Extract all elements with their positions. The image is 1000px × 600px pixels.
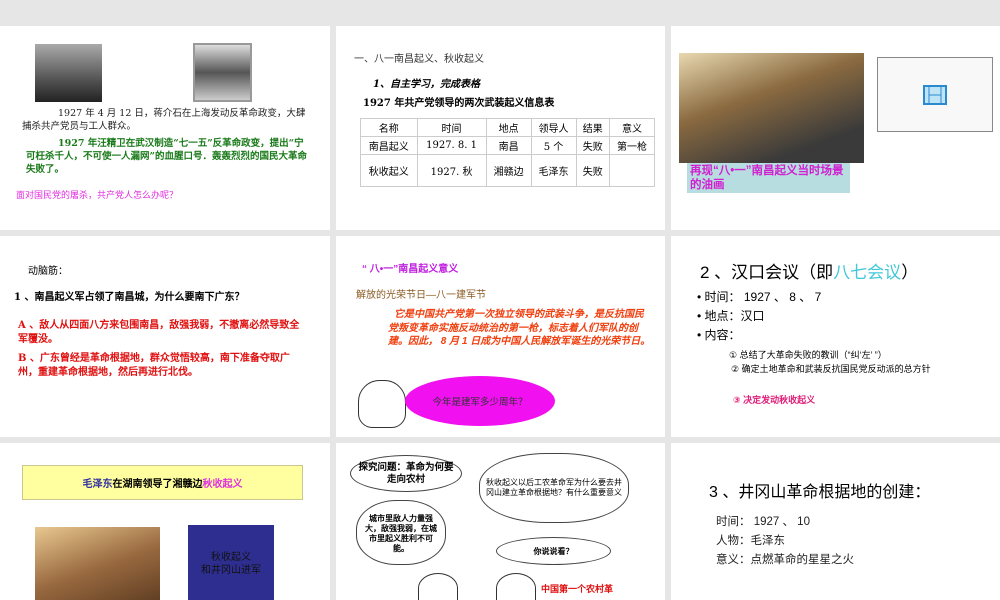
uprising-info-table: 名称 时间 地点 领导人 结果 意义 南昌起义 1927. 8. 1 南昌 5 个失败 第一枪 秋… — [360, 118, 656, 187]
cell: 湘赣边 — [485, 154, 532, 187]
header-cell: 地点 — [485, 118, 532, 137]
slide9-title: 3 、井冈山革命根据地的创建： — [709, 484, 931, 501]
header-cell: 意义 — [608, 118, 656, 137]
answer-b: B 、广东曾经是革命根据地，群众觉悟较高，南下准备夺取广州，重建革命根据地，然后… — [18, 353, 290, 378]
video-link-box[interactable]: 秋收起义 和井冈山进军 — [188, 525, 274, 600]
slide1-question: 面对国民党的屠杀，共产党人怎么办呢？ — [16, 191, 179, 201]
cell: 失败 — [575, 136, 610, 155]
slide2-subheading: 1、自主学习，完成表格 — [373, 79, 480, 90]
bullet-item: • 时间： 1927 、 8 、 7 — [697, 290, 822, 304]
slide-thumbnail-8[interactable]: 探究问题：革命为何要走向农村 秋收起义以后工农革命军为什么要去井冈山建立革命根据… — [336, 443, 665, 600]
slide-thumbnail-2[interactable]: 一、八一南昌起义、秋收起义 1、自主学习，完成表格 1927 年共产党领导的两次… — [336, 26, 665, 230]
portrait-photo-1 — [35, 44, 102, 102]
content-item-1: ① 总结了大革命失败的教训（“纠‘左’ ”） — [729, 350, 887, 360]
title-highlight: 八七会议 — [833, 263, 902, 282]
cell: 1927. 8. 1 — [416, 136, 487, 155]
slide5-title: “ 八•一”南昌起义意义 — [362, 264, 459, 275]
portrait-photo-2 — [193, 43, 252, 102]
cell: 南昌起义 — [360, 136, 418, 155]
slide1-paragraph-1: 1927 年 4 月 12 日，蒋介石在上海发动反革命政变，大肆捕杀共产党员与工… — [22, 108, 306, 132]
table-title: 1927 年共产党领导的两次武装起义信息表 — [363, 98, 555, 109]
slide6-title: 2 、汉口会议（即八七会议） — [700, 258, 918, 283]
cell — [608, 154, 656, 187]
header-cell: 结果 — [575, 118, 610, 137]
video-placeholder[interactable] — [877, 57, 993, 132]
detail-line: 时间： 1927 、 10 — [716, 516, 810, 528]
cartoon-boy-image — [358, 380, 406, 428]
slide4-label: 动脑筋： — [28, 266, 68, 277]
bullet-item: • 地点：汉口 — [697, 309, 765, 323]
cell: 1927. 秋 — [416, 154, 487, 187]
slide-thumbnail-5[interactable]: “ 八•一”南昌起义意义 解放的光荣节日—八一建军节 它是中国共产党第一次独立领… — [336, 236, 665, 437]
slide-thumbnail-1[interactable]: 1927 年 4 月 12 日，蒋介石在上海发动反革命政变，大肆捕杀共产党员与工… — [0, 26, 330, 230]
content-item-3: ③ 决定发动秋收起义 — [733, 395, 816, 405]
cell: 南昌 — [485, 136, 532, 155]
table-row: 秋收起义 1927. 秋湘赣边 毛泽东 失败 — [360, 154, 656, 187]
banner-text: 在湖南领导了湘赣边 — [112, 479, 203, 490]
slide2-heading: 一、八一南昌起义、秋收起义 — [354, 54, 484, 65]
uprising-painting-image — [35, 527, 160, 600]
banner-name: 毛泽东 — [82, 479, 113, 490]
table-row: 南昌起义 1927. 8. 1 南昌 5 个失败 第一枪 — [360, 136, 656, 155]
title-text: ） — [901, 263, 919, 282]
thought-cloud-3: 你说说看？ — [496, 537, 611, 565]
slide7-banner: 毛泽东 在湖南领导了湘赣边 秋收起义 — [22, 465, 303, 500]
slide-thumbnail-3[interactable]: 再现“八•一”南昌起义当时场景的油画 — [671, 26, 1000, 230]
slide-thumbnail-9[interactable]: 3 、井冈山革命根据地的创建： 时间： 1927 、 10 人物：毛泽东 意义：… — [671, 443, 1000, 600]
slide-thumbnail-7[interactable]: 毛泽东 在湖南领导了湘赣边 秋收起义 秋收起义 和井冈山进军 — [0, 443, 330, 600]
header-cell: 领导人 — [530, 118, 577, 137]
burst-text: 中国第一个农村革 — [541, 584, 614, 595]
cell: 毛泽东 — [530, 154, 577, 187]
film-icon — [923, 84, 947, 105]
cell: 失败 — [575, 154, 610, 187]
bullet-list: • 时间： 1927 、 8 、 7 • 地点：汉口 • 内容： — [697, 288, 821, 345]
slide1-paragraph-2: 1927 年汪精卫在武汉制造“七一五”反革命政变，提出“宁可枉杀千人，不可使一人… — [26, 138, 307, 175]
painting-caption: 再现“八•一”南昌起义当时场景的油画 — [687, 163, 850, 193]
cartoon-boy-image — [496, 573, 536, 600]
slide5-subtitle: 解放的光荣节日—八一建军节 — [356, 290, 486, 301]
bullet-text: 时间： 1927 、 8 、 7 — [704, 290, 822, 304]
detail-line: 意义：点燃革命的星星之火 — [716, 554, 854, 566]
bullet-text: 内容： — [704, 328, 741, 342]
slide9-details: 时间： 1927 、 10 人物：毛泽东 意义：点燃革命的星星之火 — [716, 513, 854, 570]
question-bubble: 今年是建军多少周年？ — [405, 376, 555, 426]
thought-cloud-2: 城市里敌人力量强大，敌强我弱，在城市里起义胜利不可能。 — [356, 500, 446, 565]
slide5-body: 它是中国共产党第一次独立领导的武装斗争，是反抗国民党叛变革命实施反动统治的第一枪… — [388, 309, 651, 347]
table-header-row: 名称 时间 地点 领导人 结果 意义 — [360, 118, 656, 137]
cell: 第一枪 — [608, 136, 656, 155]
detail-line: 人物：毛泽东 — [716, 535, 785, 547]
slide4-question: 1 、南昌起义军占领了南昌城，为什么要南下广东？ — [14, 292, 245, 303]
header-cell: 时间 — [416, 118, 487, 137]
slide-thumbnail-4[interactable]: 动脑筋： 1 、南昌起义军占领了南昌城，为什么要南下广东？ A 、敌人从四面八方… — [0, 236, 330, 437]
bullet-text: 地点：汉口 — [704, 309, 765, 323]
oil-painting-image — [679, 53, 864, 163]
title-text: 2 、汉口会议（即 — [700, 263, 834, 282]
slide-thumbnail-6[interactable]: 2 、汉口会议（即八七会议） • 时间： 1927 、 8 、 7 • 地点：汉… — [671, 236, 1000, 437]
banner-highlight: 秋收起义 — [202, 479, 243, 490]
content-item-2: ② 确定土地革命和武装反抗国民党反动派的总方针 — [731, 364, 931, 374]
cell: 5 个 — [530, 136, 577, 155]
cell: 秋收起义 — [360, 154, 418, 187]
cartoon-girl-image — [418, 573, 458, 600]
question-title-bubble: 探究问题：革命为何要走向农村 — [350, 455, 462, 492]
thought-cloud-1: 秋收起义以后工农革命军为什么要去井冈山建立革命根据地？有什么重要意义 — [479, 453, 629, 523]
bullet-item: • 内容： — [697, 328, 741, 342]
header-cell: 名称 — [360, 118, 418, 137]
answer-a: A 、敌人从四面八方来包围南昌，敌强我弱，不撤离必然导致全军覆没。 — [18, 320, 300, 345]
